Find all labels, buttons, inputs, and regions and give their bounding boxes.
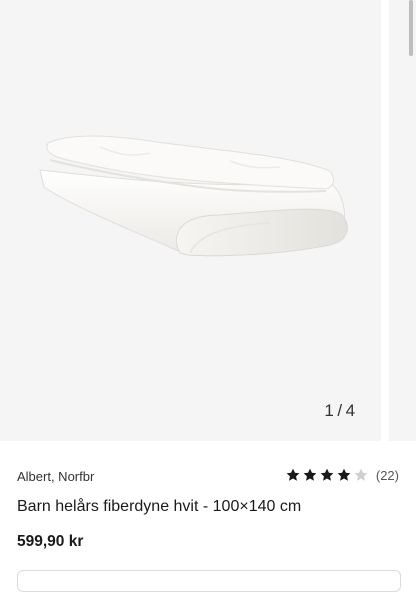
image-counter: 1/4 (312, 401, 368, 421)
image-counter-separator: / (337, 401, 343, 420)
star-icon (303, 468, 317, 481)
image-counter-current: 1 (324, 401, 335, 420)
duvet-product-image (39, 135, 348, 257)
star-icon (286, 468, 300, 481)
next-slide-peek[interactable] (389, 0, 416, 441)
star-icon (337, 468, 351, 481)
product-title: Barn helårs fiberdyne hvit - 100×140 cm (17, 498, 302, 515)
next-section-card[interactable] (17, 570, 401, 592)
star-icon (320, 468, 334, 481)
star-icon (354, 468, 368, 481)
scroll-indicator (409, 0, 413, 56)
product-rating[interactable]: (22) (285, 467, 399, 483)
product-price: 599,90 kr (17, 533, 84, 550)
gallery-slide[interactable]: 1/4 (0, 0, 381, 441)
image-counter-total: 4 (345, 401, 356, 420)
review-count[interactable]: (22) (376, 468, 399, 483)
seller-name[interactable]: Albert, Norfbr (17, 469, 94, 484)
product-image-gallery[interactable]: 1/4 (0, 0, 416, 441)
